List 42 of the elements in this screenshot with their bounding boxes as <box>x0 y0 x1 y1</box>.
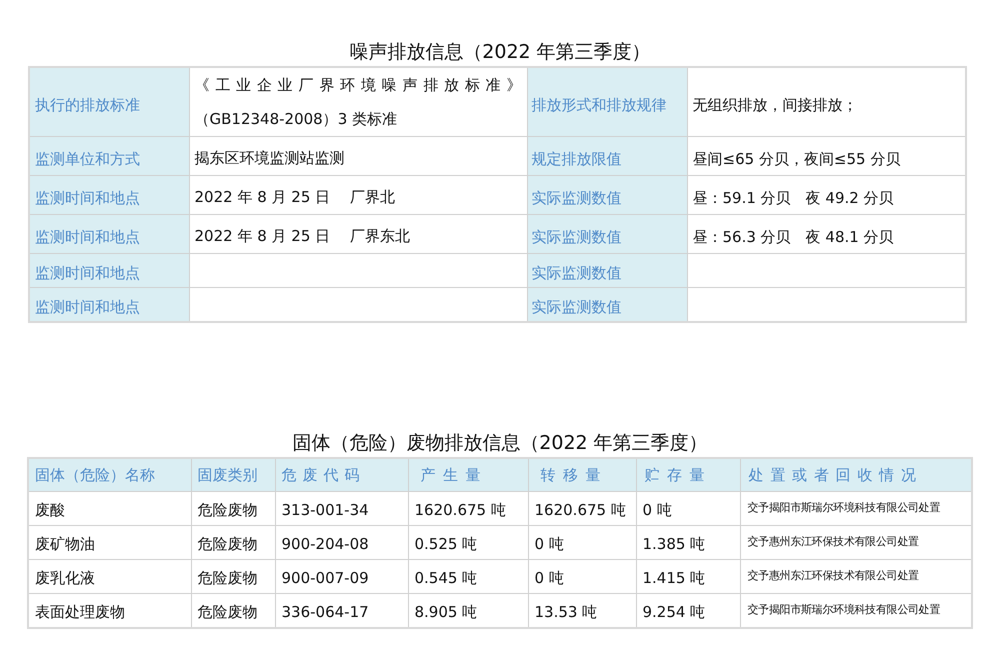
column-header: 产生量 <box>408 458 528 492</box>
column-header: 固体（危险）名称 <box>28 458 191 492</box>
label-cell: 监测时间和地点 <box>29 254 189 288</box>
table-cell: 1.415 吨 <box>636 560 740 594</box>
table-title: 噪声排放信息（2022 年第三季度） <box>349 40 651 65</box>
label-cell: 执行的排放标准 <box>29 67 189 136</box>
column-header: 贮存量 <box>636 458 740 492</box>
table-cell: 废乳化液 <box>28 560 191 594</box>
table-cell: 900-204-08 <box>275 526 408 560</box>
column-header: 固废类别 <box>191 458 275 492</box>
table-cell: 危险废物 <box>191 560 275 594</box>
column-header: 转移量 <box>528 458 636 492</box>
label-cell: 监测时间和地点 <box>29 176 189 214</box>
label-cell: 规定排放限值 <box>527 136 687 176</box>
table-cell: 揭东区环境监测站监测 <box>189 136 527 176</box>
label-cell: 监测时间和地点 <box>29 214 189 254</box>
table-cell: 0 吨 <box>528 526 636 560</box>
label-cell: 实际监测数值 <box>527 176 687 214</box>
table-title: 固体（危险）废物排放信息（2022 年第三季度） <box>292 430 708 456</box>
label-cell: 实际监测数值 <box>527 288 687 322</box>
table-cell: 废酸 <box>28 492 191 526</box>
table-cell: 0 吨 <box>528 560 636 594</box>
table-cell: 2022 年 8 月 25 日 厂界北 <box>189 176 527 214</box>
table-cell: 0.545 吨 <box>408 560 528 594</box>
table-cell: 危险废物 <box>191 526 275 560</box>
label-cell: 实际监测数值 <box>527 254 687 288</box>
table-cell: 0 吨 <box>636 492 740 526</box>
table-cell: 900-007-09 <box>275 560 408 594</box>
label-cell: 实际监测数值 <box>527 214 687 254</box>
label-cell: 监测单位和方式 <box>29 136 189 176</box>
table-cell: 0.525 吨 <box>408 526 528 560</box>
table-cell: 2022 年 8 月 25 日 厂界东北 <box>189 214 527 254</box>
label-cell: 排放形式和排放规律 <box>527 67 687 136</box>
label-cell: 监测时间和地点 <box>29 288 189 322</box>
table-cell: 废矿物油 <box>28 526 191 560</box>
table-cell: 危险废物 <box>191 492 275 526</box>
table-cell: 313-001-34 <box>275 492 408 526</box>
table-cell: 《工业企业厂界环境噪声排放标准》（GB12348-2008）3 类标准 <box>189 67 527 136</box>
table-cell: 1620.675 吨 <box>408 492 528 526</box>
column-header: 危废代码 <box>275 458 408 492</box>
table-cell: 1.385 吨 <box>636 526 740 560</box>
table-cell: 1620.675 吨 <box>528 492 636 526</box>
